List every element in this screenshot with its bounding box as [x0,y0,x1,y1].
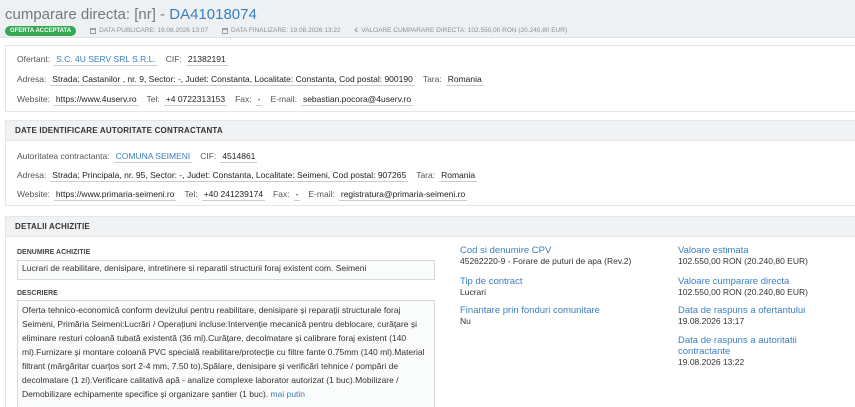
ofertant-row: Ofertant: S.C. 4U SERV SRL S.R.L. CIF: 2… [17,54,228,66]
calendar-icon [90,27,97,34]
tip-contract-value: Lucrari [460,287,486,297]
ofertant-website[interactable]: https://www.4userv.ro [53,94,139,106]
finantare-value: Nu [460,316,471,326]
cpv-block: Cod si denumire CPV 45262220-9 - Forare … [460,245,660,267]
ofertant-contact-row: Website: https://www.4userv.ro Tel: +4 0… [17,94,414,106]
tip-contract-block: Tip de contract Lucrari [460,276,660,298]
autoritate-adresa-row: Adresa: Strada: Principala, nr. 95, Sect… [17,170,478,182]
data-finalizare: DATA FINALIZARE: 19.08.2026 13:22 [231,27,341,34]
valoare-cumparare-value: 102.550,00 RON (20.240,80 EUR) [678,287,808,297]
ofertant-tara: Romania [445,74,484,86]
autoritate-panel: DATE IDENTIFICARE AUTORITATE CONTRACTANT… [5,120,855,206]
autoritate-link[interactable]: COMUNA SEIMENI [113,151,193,163]
ofertant-fax: - [255,94,263,106]
autoritate-fax: - [293,189,301,201]
detalii-panel: DETALII ACHIZITIE DENUMIRE ACHIZITIE Luc… [5,216,855,407]
title-code: DA41018074 [169,6,257,23]
cpv-value: 45262220-9 - Forare de puturi de apa (Re… [460,256,632,266]
autoritate-section-title: DATE IDENTIFICARE AUTORITATE CONTRACTANT… [6,121,855,141]
page-header: cumparare directa: [nr] - DA41018074 OFE… [0,0,855,38]
ofertant-link[interactable]: S.C. 4U SERV SRL S.R.L. [54,54,158,66]
denumire-field: Lucrari de reabilitare, denisipare, intr… [17,260,435,280]
ofertant-cif: 21382191 [185,54,228,66]
raspuns-autoritate-block: Data de raspuns a autoritatii contractan… [678,335,838,368]
ofertant-adresa: Strada: Castanilor , nr. 9, Sector: -, J… [50,74,415,86]
ofertant-tel: +4 0722313153 [163,94,228,106]
status-badge: OFERTA ACCEPTATA [5,25,77,36]
autoritate-tara: Romania [439,170,478,182]
descriere-field: Oferta tehnico-economică conform devizul… [17,300,435,407]
mai-putin-link[interactable]: mai putin [271,389,306,399]
raspuns-ofertant-value: 19.08.2026 13:17 [678,316,745,326]
autoritate-row: Autoritatea contractanta: COMUNA SEIMENI… [17,151,258,163]
data-publicare: DATA PUBLICARE: 19.08.2026 13:07 [99,27,208,34]
autoritate-email[interactable]: registratura@primaria-seimeni.ro [338,189,468,201]
finantare-block: Finantare prin fonduri comunitare Nu [460,305,660,327]
ofertant-panel: Ofertant: S.C. 4U SERV SRL S.R.L. CIF: 2… [5,45,855,112]
autoritate-adresa: Strada: Principala, nr. 95, Sector: -, J… [50,170,409,182]
valoare-estimata-block: Valoare estimata 102.550,00 RON (20.240,… [678,245,855,267]
autoritate-tel: +40 241239174 [201,189,266,201]
title-prefix: cumparare directa: [nr] - [5,6,166,23]
raspuns-autoritate-value: 19.08.2026 13:22 [678,357,745,367]
autoritate-cif: 4514861 [220,151,258,163]
valoare-estimata-value: 102.550,00 RON (20.240,80 EUR) [678,256,808,266]
valoare-cumparare: VALOARE CUMPARARE DIRECTA: 102.550,00 RO… [361,27,568,34]
autoritate-contact-row: Website: https://www.primaria-seimeni.ro… [17,189,468,201]
descriere-label: DESCRIERE [17,290,58,297]
euro-icon: € [354,27,359,34]
ofertant-email[interactable]: sebastian.pocora@4userv.ro [300,94,414,106]
denumire-label: DENUMIRE ACHIZITIE [17,249,91,256]
detalii-section-title: DETALII ACHIZITIE [6,217,855,237]
ofertant-adresa-row: Adresa: Strada: Castanilor , nr. 9, Sect… [17,74,484,86]
valoare-cumparare-block: Valoare cumparare directa 102.550,00 RON… [678,276,855,298]
raspuns-ofertant-block: Data de raspuns a ofertantului 19.08.202… [678,305,855,327]
autoritate-website[interactable]: https://www.primaria-seimeni.ro [53,189,177,201]
calendar-icon [222,27,228,34]
page-title: cumparare directa: [nr] - DA41018074 [5,6,257,23]
header-meta: OFERTA ACCEPTATA DATA PUBLICARE: 19.08.2… [5,25,581,36]
